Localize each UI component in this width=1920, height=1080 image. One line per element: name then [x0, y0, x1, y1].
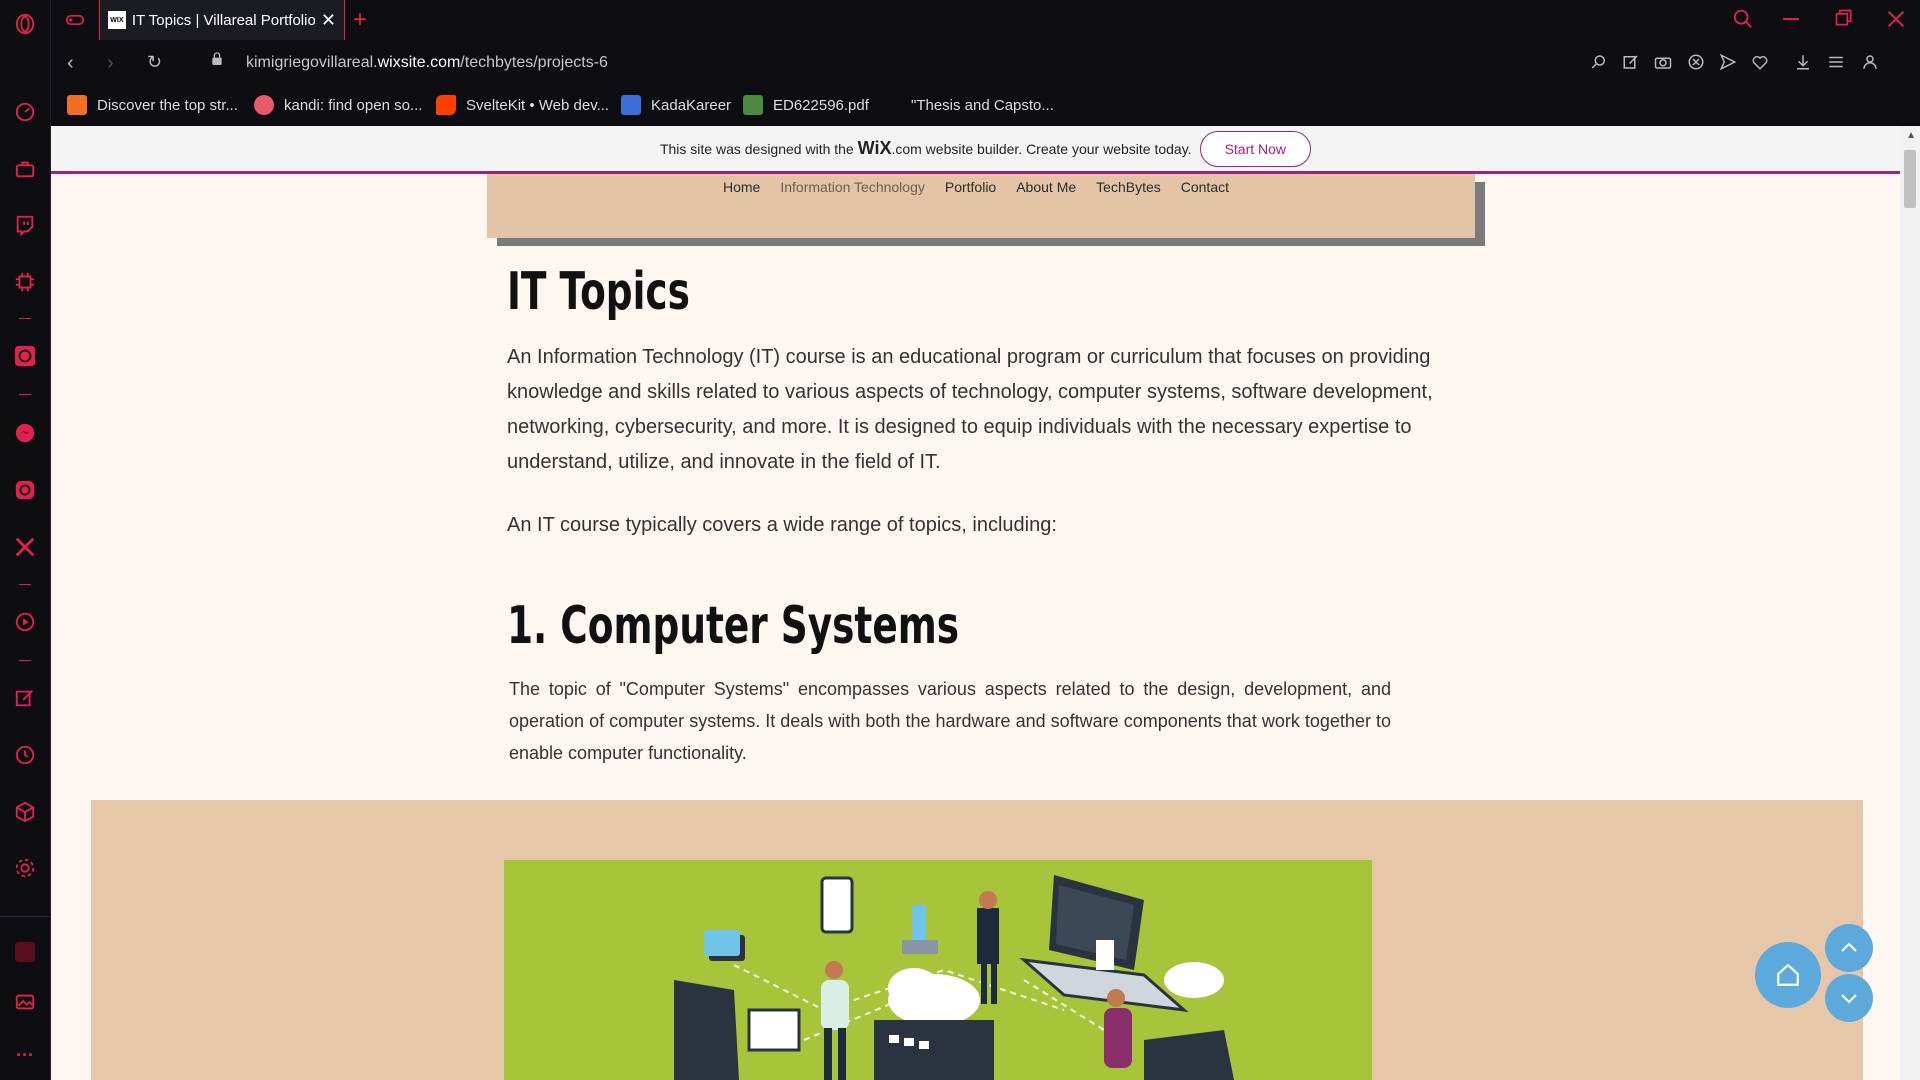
bookmark-label: ED622596.pdf — [773, 96, 869, 114]
x-icon[interactable] — [13, 535, 37, 559]
section-title: 1. Computer Systems — [507, 596, 960, 656]
url-host: kimigriegovillareal. — [246, 54, 378, 71]
home-icon — [1777, 963, 1799, 986]
more-icon[interactable]: ··· — [13, 1043, 37, 1067]
tab-active[interactable]: WIX IT Topics | Villareal Portfolio ✕ — [99, 0, 345, 40]
bookmark-label: KadaKareer — [651, 96, 732, 114]
new-tab-icon[interactable]: + — [353, 6, 367, 34]
pdf-site-icon — [743, 95, 763, 115]
scroll-up-arrow-icon[interactable]: ▲ — [1906, 130, 1916, 141]
chip-icon[interactable] — [13, 270, 37, 294]
send-icon[interactable] — [1719, 53, 1739, 73]
chevron-down-icon — [1841, 994, 1857, 1004]
workspace-icon[interactable] — [13, 940, 37, 964]
nav-about-me[interactable]: About Me — [1016, 179, 1076, 195]
section-paragraph: The topic of "Computer Systems" encompas… — [509, 679, 1391, 763]
wix-logo: WiX — [857, 138, 892, 158]
nav-contact[interactable]: Contact — [1181, 179, 1229, 195]
kadakareer-icon — [621, 95, 641, 115]
bookmark-label: SvelteKit • Web dev... — [466, 96, 610, 114]
tab-title: IT Topics | Villareal Portfolio — [131, 11, 315, 29]
bookmarks-bar: Discover the top str... kandi: find open… — [51, 86, 1920, 126]
settings-icon[interactable] — [13, 856, 37, 880]
instagram-icon[interactable] — [13, 478, 37, 502]
lead-paragraph: An IT course typically covers a wide ran… — [507, 514, 1057, 536]
reload-icon[interactable]: ↻ — [147, 52, 162, 73]
bookmark-ed622596[interactable]: ED622596.pdf — [743, 95, 869, 115]
snapshot-edit-icon[interactable] — [1622, 53, 1642, 73]
home-button[interactable] — [1755, 942, 1821, 1008]
nav-information-technology[interactable]: Information Technology — [780, 179, 925, 195]
page-title: IT Topics — [507, 262, 690, 322]
wix-banner-text-before: This site was designed with the — [659, 141, 854, 157]
easy-setup-icon[interactable] — [13, 990, 37, 1014]
soundcloud-icon — [67, 95, 87, 115]
twitch-icon[interactable] — [13, 213, 37, 237]
url-path: /techbytes/projects-6 — [460, 54, 608, 71]
bookmark-label: "Thesis and Capsto... — [911, 96, 1054, 114]
ad-block-icon[interactable] — [1687, 53, 1707, 73]
scroll-down-button[interactable] — [1825, 974, 1873, 1022]
forward-icon[interactable]: › — [107, 52, 114, 75]
search-icon[interactable] — [1732, 8, 1754, 35]
player-icon[interactable] — [13, 610, 37, 634]
svelte-icon — [436, 95, 456, 115]
url-domain: wixsite.com — [377, 54, 461, 71]
chevron-up-icon — [1841, 942, 1857, 952]
computer-systems-illustration — [504, 860, 1372, 1080]
bookmark-sveltekit[interactable]: SvelteKit • Web dev... — [436, 95, 609, 115]
gamepad-icon[interactable] — [65, 10, 85, 30]
download-icon[interactable] — [1794, 53, 1814, 73]
wix-favicon-icon: WIX — [108, 11, 126, 29]
close-tab-icon[interactable]: ✕ — [321, 10, 336, 31]
heart-icon[interactable] — [1751, 53, 1771, 73]
scrollbar-thumb[interactable] — [1904, 150, 1916, 208]
close-window-icon[interactable] — [1885, 8, 1907, 35]
nav-techbytes[interactable]: TechBytes — [1096, 179, 1161, 195]
pinboard-icon[interactable] — [13, 686, 37, 710]
camera-icon[interactable] — [1654, 53, 1674, 73]
page-viewport: Home Information Technology Portfolio Ab… — [51, 126, 1920, 1080]
wix-banner-text-after: .com website builder. Create your websit… — [891, 141, 1192, 157]
site-nav: Home Information Technology Portfolio Ab… — [723, 179, 1229, 195]
lock-icon — [209, 50, 225, 74]
page-scrollbar[interactable]: ▲ — [1900, 126, 1920, 1080]
wix-banner-text: This site was designed with the WiX.com … — [660, 138, 1192, 159]
minimize-icon[interactable] — [1783, 18, 1799, 20]
history-icon[interactable] — [13, 743, 37, 767]
start-now-button[interactable]: Start Now — [1199, 130, 1312, 167]
scroll-up-button[interactable] — [1825, 924, 1873, 972]
nav-portfolio[interactable]: Portfolio — [945, 179, 996, 195]
kandi-icon — [254, 95, 274, 115]
bookmark-thesis[interactable]: "Thesis and Capsto... — [881, 95, 1054, 115]
back-icon[interactable]: ‹ — [67, 52, 74, 75]
browser-sidebar: ··· — [0, 0, 51, 1080]
intro-paragraph: An Information Technology (IT) course is… — [507, 346, 1433, 473]
profile-icon[interactable] — [1861, 53, 1881, 73]
opera-logo-icon[interactable] — [13, 12, 37, 36]
find-in-page-icon[interactable] — [1590, 53, 1610, 73]
briefcase-icon[interactable] — [13, 157, 37, 181]
restore-icon[interactable] — [1834, 8, 1854, 33]
tab-strip: WIX IT Topics | Villareal Portfolio ✕ + — [51, 0, 1920, 40]
bookmark-kandi[interactable]: kandi: find open so... — [254, 95, 422, 115]
nav-home[interactable]: Home — [723, 179, 760, 195]
address-bar: ‹ › ↻ kimigriegovillareal.wixsite.com/te… — [51, 40, 1920, 86]
messenger-icon[interactable] — [13, 421, 37, 445]
url-field[interactable]: kimigriegovillareal.wixsite.com/techbyte… — [246, 54, 608, 72]
easy-setup-sliders-icon[interactable] — [1827, 53, 1847, 73]
bookmark-label: Discover the top str... — [97, 96, 238, 114]
bookmark-kadakareer[interactable]: KadaKareer — [621, 95, 731, 115]
bookmark-soundcloud[interactable]: Discover the top str... — [67, 95, 238, 115]
bookmark-label: kandi: find open so... — [284, 96, 423, 114]
site-header: Home Information Technology Portfolio Ab… — [487, 174, 1475, 238]
wix-banner: This site was designed with the WiX.com … — [51, 126, 1920, 174]
extensions-icon[interactable] — [13, 800, 37, 824]
chatgpt-icon[interactable] — [13, 344, 37, 368]
speed-dial-icon[interactable] — [13, 100, 37, 124]
blank-favicon-icon — [881, 95, 901, 115]
